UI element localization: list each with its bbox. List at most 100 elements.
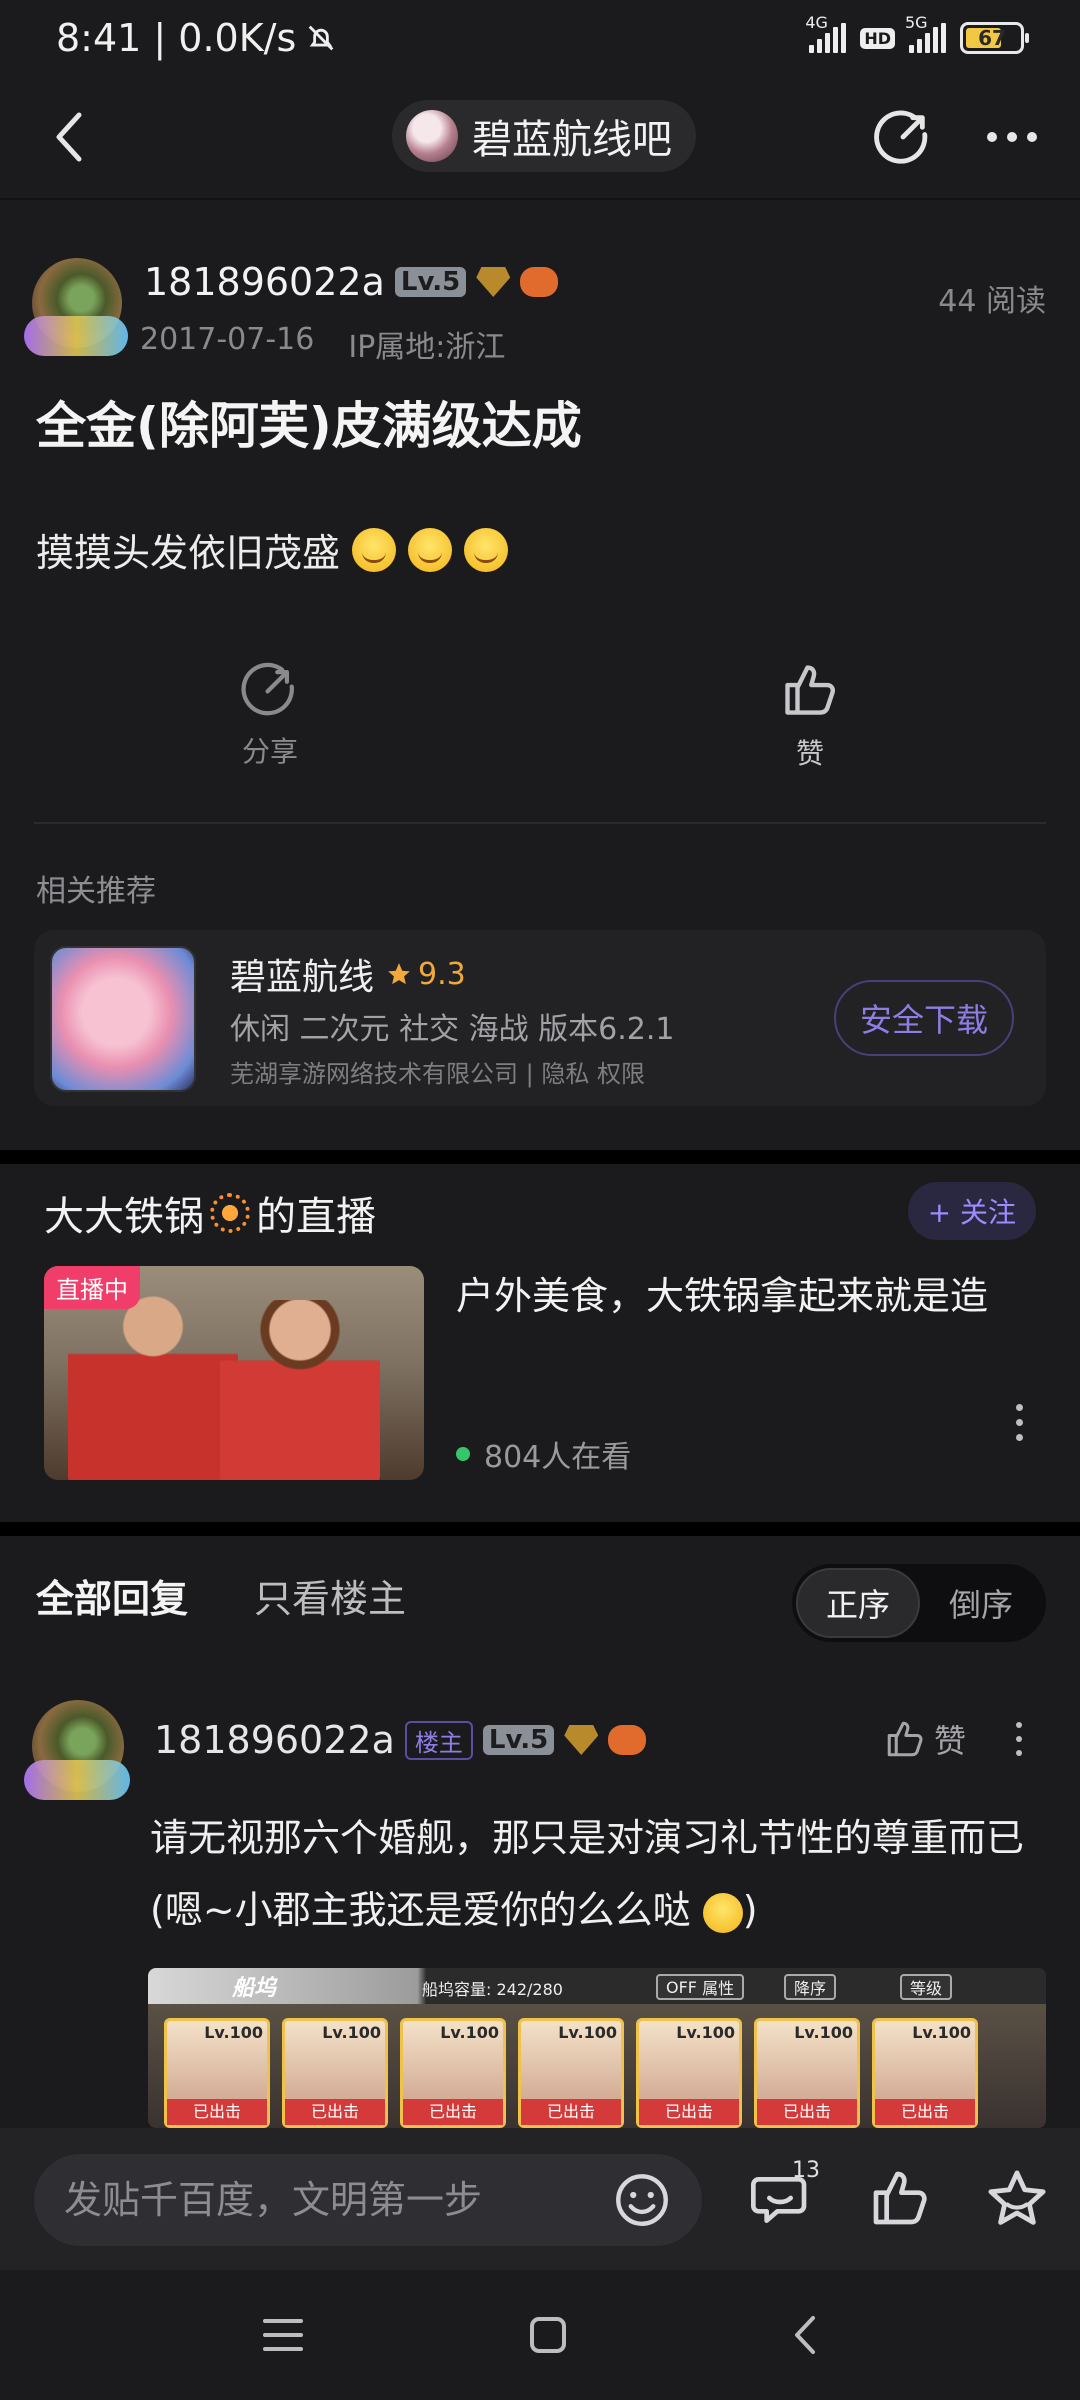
sort-desc-button[interactable]: 倒序 [920,1580,1042,1626]
ship-card-status: 已出击 [639,2099,739,2125]
app-rating: 9.3 [386,957,466,992]
chevron-left-icon [56,112,82,162]
status-bar: 8:41 | 0.0K/s 4G HD 5G 67 [0,0,1080,76]
app-tags: 休闲 二次元 社交 海战 版本6.2.1 [230,1012,675,1047]
top-bar: 碧蓝航线吧 [0,76,1080,200]
signal-4g-icon: 4G [805,13,847,53]
ship-card: Lv.100 已出击 [872,2018,978,2128]
ship-card-level: Lv.100 [322,2023,381,2042]
sort-asc-button[interactable]: 正序 [796,1568,920,1638]
ship-card-level: Lv.100 [558,2023,617,2042]
ship-card: Lv.100 已出击 [754,2018,860,2128]
level-badge: Lv.5 [482,1725,555,1755]
section-divider [0,1522,1080,1536]
reply-like-button[interactable]: 赞 [884,1716,966,1762]
star-favorite-icon[interactable] [984,2166,1050,2232]
reply-avatar[interactable] [24,1700,130,1800]
bottom-bar: 13 [0,2128,1080,2270]
sort-toggle[interactable]: 正序 倒序 [792,1564,1046,1642]
ship-card-status: 已出击 [167,2099,267,2125]
comment-input-box[interactable] [34,2154,702,2246]
ship-card-level: Lv.100 [912,2023,971,2042]
related-title: 相关推荐 [36,874,156,909]
live-streamer[interactable]: 大大铁锅 [44,1184,204,1242]
tab-all-replies[interactable]: 全部回复 [36,1568,188,1623]
share-icon[interactable] [874,108,932,166]
reply-body-end: ) [742,1888,758,1932]
author-name[interactable]: 181896022a [144,260,385,304]
live-description[interactable]: 户外美食，大铁锅拿起来就是造 [456,1264,1016,1328]
avatar-frame [24,1760,130,1800]
comment-count: 13 [792,2158,820,2183]
read-count: 44 阅读 [938,284,1046,319]
dock-label: 船坞 [232,1976,277,2001]
author-avatar[interactable] [24,258,128,356]
download-button[interactable]: 安全下载 [833,980,1014,1056]
emoji-icon[interactable] [612,2170,672,2230]
thumbs-up-icon [785,665,835,715]
ship-card: Lv.100 已出击 [400,2018,506,2128]
forum-avatar [406,110,458,162]
ship-card-level: Lv.100 [794,2023,853,2042]
post-title: 全金(除阿芙)皮满级达成 [36,397,582,455]
watching-count: 804人在看 [484,1440,632,1475]
divider [34,822,1046,824]
star-icon [388,963,410,985]
reply-more-button[interactable] [1016,1722,1024,1756]
live-title-suffix: 的直播 [256,1194,376,1240]
reply-like-label: 赞 [933,1722,966,1760]
post-body-text: 摸摸头发依旧茂盛 [36,531,341,575]
reply-body: 请无视那六个婚舰，那只是对演习礼节性的尊重而已(嗯~小郡主我还是爱你的么么哒 ) [150,1802,1040,1946]
share-action[interactable]: 分享 [200,660,340,770]
home-icon[interactable] [529,2316,567,2354]
post-date: 2017-07-16 [140,322,315,357]
status-icons: 4G HD 5G 67 [805,13,1029,54]
reply-author[interactable]: 181896022a [154,1718,395,1762]
more-icon[interactable] [984,129,1040,145]
back-nav-icon[interactable] [793,2315,817,2355]
ship-card-level: Lv.100 [676,2023,735,2042]
status-time: 8:41 | 0.0K/s [56,16,338,60]
forum-pill[interactable]: 碧蓝航线吧 [392,100,696,172]
live-thumbnail[interactable]: 直播中 [44,1266,424,1480]
bell-muted-icon [308,25,334,51]
ship-card-status: 已出击 [875,2099,975,2125]
live-more-button[interactable] [1016,1404,1026,1441]
dock-sort-button: 降序 [784,1974,837,2000]
ship-card: Lv.100 已出击 [636,2018,742,2128]
like-action[interactable]: 赞 [740,660,880,772]
follow-button[interactable]: + 关注 [907,1182,1036,1240]
diamond-badge-icon [564,1725,599,1755]
section-divider [0,1150,1080,1164]
forum-name: 碧蓝航线吧 [472,117,672,163]
ship-card: Lv.100 已出击 [164,2018,270,2128]
live-tag: 直播中 [44,1266,140,1309]
level-badge: Lv.5 [394,267,467,297]
thumbs-up-icon[interactable] [868,2166,932,2230]
ship-card-status: 已出击 [285,2099,385,2125]
ship-card-level: Lv.100 [204,2023,263,2042]
reply-image[interactable]: 船坞 船坞容量: 242/280 OFF 属性 降序 等级 Lv.100 已出击 … [148,1968,1046,2128]
reply-author-line: 181896022a 楼主 Lv.5 [154,1718,647,1762]
ship-cards: Lv.100 已出击 Lv.100 已出击 Lv.100 已出击 Lv.100 已出击 … [164,2018,978,2128]
thumbs-up-icon [887,1721,923,1757]
tab-op-only[interactable]: 只看楼主 [254,1568,406,1623]
smile-emoji-icon [352,527,397,572]
person-figure [220,1300,380,1480]
app-card[interactable]: 碧蓝航线 9.3 休闲 二次元 社交 海战 版本6.2.1 芜湖享游网络技术有限… [34,930,1046,1106]
net2-label: 5G [905,13,928,32]
game-badge-icon [608,1725,647,1755]
dock-attr-label: 属性 [702,1979,735,1998]
app-icon [50,946,196,1092]
hd-icon: HD [860,27,895,49]
app-name-line: 碧蓝航线 9.3 [230,948,466,1000]
comment-input[interactable] [64,2178,612,2222]
battery-percent: 67 [978,26,1006,50]
top-actions [874,108,1040,166]
ship-card: Lv.100 已出击 [518,2018,624,2128]
menu-icon[interactable] [263,2317,303,2353]
status-time-text: 8:41 | 0.0K/s [56,16,297,60]
back-button[interactable] [40,109,96,165]
dock-off-label: OFF [666,1977,697,1997]
like-label: 赞 [795,737,824,770]
